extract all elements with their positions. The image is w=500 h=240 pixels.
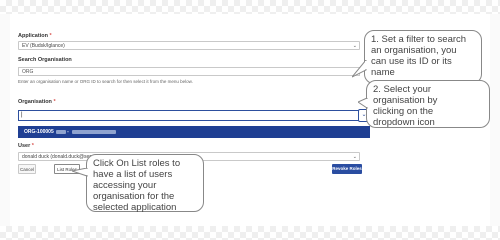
- chevron-down-icon: ⌄: [352, 154, 357, 160]
- background-top: [0, 0, 500, 14]
- callout-line: can use its ID or its: [371, 56, 452, 67]
- application-value: EV (Budsk/Iglance): [22, 43, 65, 49]
- callout-line: accessing your: [93, 180, 157, 191]
- callout-line: selected application: [93, 202, 177, 213]
- organisation-cursor: |: [21, 112, 23, 118]
- search-help-text: Enter an organisation name or ORG ID to …: [18, 79, 193, 84]
- background-left: [0, 14, 10, 226]
- organisation-label: Organisation *: [18, 99, 56, 105]
- callout-line: clicking on the: [373, 106, 434, 117]
- callout-line: name: [371, 67, 395, 78]
- search-organisation-input[interactable]: ORG: [18, 67, 360, 76]
- callout-line: organisation by: [373, 95, 438, 106]
- option-org-id: ORG-100005: [24, 129, 54, 135]
- redacted-block: [72, 129, 117, 134]
- callout-select-organisation: 2. Select your organisation by clicking …: [366, 80, 490, 128]
- option-separator: -: [65, 129, 71, 135]
- organisation-dropdown-option[interactable]: ORG-100005 -: [18, 126, 370, 138]
- search-organisation-label: Search Organisation: [18, 57, 72, 63]
- callout-line: 1. Set a filter to search: [371, 34, 467, 45]
- callout-pointer: [358, 98, 368, 109]
- callout-line: have a list of users: [93, 169, 173, 180]
- cancel-button[interactable]: Cancel: [18, 164, 36, 174]
- search-organisation-value: ORG: [22, 69, 34, 75]
- callout-line: organisation for the: [93, 191, 175, 202]
- callout-set-filter: 1. Set a filter to search an organisatio…: [364, 30, 482, 84]
- callout-line: dropdown icon: [373, 117, 435, 128]
- callout-line: 2. Select your: [373, 84, 432, 95]
- application-label: Application *: [18, 33, 52, 39]
- callout-pointer: [72, 168, 88, 177]
- callout-list-roles: Click On List roles to have a list of us…: [86, 154, 204, 213]
- background-bottom: [0, 226, 500, 240]
- application-select[interactable]: EV (Budsk/Iglance) ⌄: [18, 41, 360, 50]
- callout-pointer: [352, 60, 367, 78]
- user-label: User *: [18, 143, 34, 149]
- chevron-down-icon: ⌄: [352, 43, 357, 49]
- background-right: [490, 14, 500, 226]
- revoke-roles-button[interactable]: Revoke Roles: [332, 164, 362, 174]
- redacted-block: [55, 129, 66, 134]
- callout-line: an organisation, you: [371, 45, 457, 56]
- callout-line: Click On List roles to: [93, 158, 181, 169]
- organisation-select[interactable]: |: [18, 110, 360, 121]
